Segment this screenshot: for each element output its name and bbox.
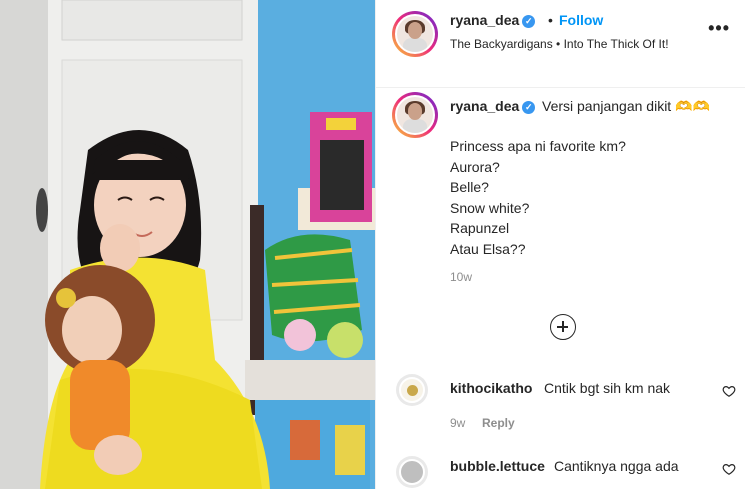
caption-line: Aurora?: [450, 158, 500, 175]
heart-icon[interactable]: [722, 462, 736, 476]
reply-button[interactable]: Reply: [482, 416, 515, 430]
video-frame: [0, 0, 375, 489]
commenter-username[interactable]: bubble.lettuce: [450, 458, 545, 474]
caption-line: Princess apa ni favorite km?: [450, 138, 626, 154]
caption-username-link[interactable]: ryana_dea ✓: [450, 98, 536, 114]
caption-line: Rapunzel: [450, 220, 510, 236]
follow-button[interactable]: Follow: [559, 12, 603, 28]
comment-text: Cntik bgt sih km nak: [544, 380, 671, 396]
comment-text: Cantiknya ngga ada: [554, 458, 679, 474]
verified-badge-icon: ✓: [522, 101, 536, 114]
comment-timestamp[interactable]: 9w: [450, 416, 465, 430]
audio-track-link[interactable]: The Backyardigans • Into The Thick Of It…: [450, 37, 669, 51]
more-options-icon[interactable]: •••: [708, 18, 730, 39]
caption-body: Princess apa ni favorite km? Aurora? Bel…: [450, 136, 626, 259]
caption-username[interactable]: ryana_dea: [450, 98, 519, 114]
verified-badge-icon: ✓: [522, 15, 536, 28]
post-sidebar: ryana_dea ✓ • Follow The Backyardigans • …: [375, 0, 745, 489]
author-avatar[interactable]: [392, 11, 438, 57]
post-video[interactable]: [0, 0, 375, 489]
caption-line: Atau Elsa??: [450, 240, 526, 257]
caption-avatar[interactable]: [392, 92, 438, 138]
caption-line: Belle?: [450, 179, 489, 195]
load-more-comments-icon[interactable]: [550, 314, 576, 340]
author-username-link[interactable]: ryana_dea ✓: [450, 12, 536, 28]
heart-icon[interactable]: [722, 384, 736, 398]
header-separator: •: [548, 12, 553, 28]
caption-line: Snow white?: [450, 199, 530, 216]
caption-timestamp[interactable]: 10w: [450, 270, 472, 284]
commenter-avatar[interactable]: [396, 456, 428, 488]
author-username[interactable]: ryana_dea: [450, 12, 519, 28]
commenter-avatar[interactable]: [396, 374, 428, 406]
caption-first-line: Versi panjangan dikit 🫶🫶: [542, 98, 710, 114]
commenter-username[interactable]: kithocikatho: [450, 380, 532, 396]
post-header: ryana_dea ✓ • Follow The Backyardigans • …: [376, 0, 745, 88]
